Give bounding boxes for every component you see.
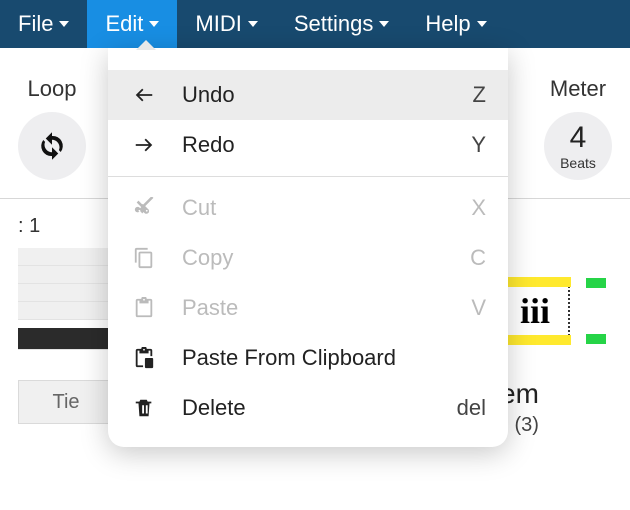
chord-bar-bottom: [499, 335, 571, 345]
menu-settings[interactable]: Settings: [276, 0, 408, 48]
item-label: Delete: [182, 395, 457, 421]
track-row[interactable]: [18, 266, 114, 284]
copy-icon: [130, 247, 158, 269]
paste-icon: [130, 297, 158, 319]
menu-label: Edit: [105, 11, 143, 37]
caret-down-icon: [248, 21, 258, 27]
menu-label: Settings: [294, 11, 374, 37]
track-row[interactable]: [18, 248, 114, 266]
tie-label: Tie: [52, 391, 79, 414]
loop-button[interactable]: [18, 112, 86, 180]
menu-paste-clipboard[interactable]: Paste From Clipboard: [108, 333, 508, 383]
menu-paste: Paste V: [108, 283, 508, 333]
menubar: File Edit MIDI Settings Help: [0, 0, 630, 48]
tie-button[interactable]: Tie: [18, 380, 114, 424]
item-label: Undo: [182, 82, 473, 108]
meter-sub: Beats: [560, 155, 596, 171]
item-shortcut: V: [471, 295, 486, 321]
tool-meter[interactable]: Meter 4 Beats: [544, 76, 612, 180]
caret-down-icon: [59, 21, 69, 27]
chord-roman: iii: [520, 290, 550, 332]
caret-down-icon: [477, 21, 487, 27]
item-shortcut: C: [470, 245, 486, 271]
menu-separator: [108, 176, 508, 177]
meter-label: Meter: [550, 76, 606, 102]
menu-label: Help: [425, 11, 470, 37]
item-label: Paste: [182, 295, 471, 321]
menu-copy: Copy C: [108, 233, 508, 283]
menu-file[interactable]: File: [0, 0, 87, 48]
item-label: Redo: [182, 132, 471, 158]
delete-icon: [130, 397, 158, 419]
item-shortcut: Z: [473, 82, 486, 108]
menu-redo[interactable]: Redo Y: [108, 120, 508, 170]
menu-label: File: [18, 11, 53, 37]
section-label: : 1: [18, 215, 40, 237]
menu-label: MIDI: [195, 11, 241, 37]
track-row-active[interactable]: [18, 328, 114, 350]
item-label: Copy: [182, 245, 470, 271]
item-label: Cut: [182, 195, 471, 221]
refresh-icon: [37, 131, 67, 161]
chord-bar-top: [499, 277, 571, 287]
track-row[interactable]: [18, 302, 114, 320]
item-label: Paste From Clipboard: [182, 345, 486, 371]
redo-icon: [130, 134, 158, 156]
track-row[interactable]: [18, 284, 114, 302]
undo-icon: [130, 84, 158, 106]
chord-box[interactable]: iii: [500, 278, 570, 344]
meter-value: 4: [570, 121, 587, 155]
loop-label: Loop: [28, 76, 77, 102]
item-shortcut: X: [471, 195, 486, 221]
tool-loop[interactable]: Loop: [18, 76, 86, 180]
menu-cut: Cut X: [108, 183, 508, 233]
chord-cell[interactable]: iii: [500, 278, 570, 344]
menu-midi[interactable]: MIDI: [177, 0, 275, 48]
caret-down-icon: [149, 21, 159, 27]
menu-undo[interactable]: Undo Z: [108, 70, 508, 120]
edit-dropdown: Undo Z Redo Y Cut X Copy C Paste V P: [108, 48, 508, 447]
item-shortcut: del: [457, 395, 486, 421]
menu-edit[interactable]: Edit: [87, 0, 177, 48]
item-shortcut: Y: [471, 132, 486, 158]
meter-button[interactable]: 4 Beats: [544, 112, 612, 180]
menu-help[interactable]: Help: [407, 0, 504, 48]
paste-clipboard-icon: [130, 347, 158, 369]
menu-delete[interactable]: Delete del: [108, 383, 508, 433]
cut-icon: [130, 197, 158, 219]
chord-cell-next[interactable]: [586, 278, 606, 344]
caret-down-icon: [379, 21, 389, 27]
